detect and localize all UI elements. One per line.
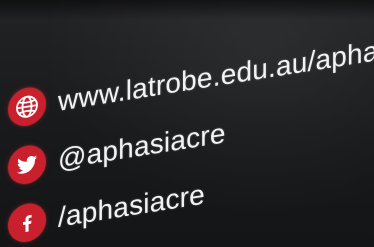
contact-twitter: @aphasiacre (8, 114, 226, 187)
globe-icon (8, 84, 46, 129)
twitter-bird-icon-graphic (17, 155, 37, 174)
facebook-f-icon-graphic (23, 214, 32, 232)
globe-icon-graphic (16, 95, 38, 118)
twitter-bird-icon (8, 142, 46, 187)
contact-website: www.latrobe.edu.au/aphasiacre (8, 20, 374, 129)
facebook-f-icon (8, 200, 46, 245)
website-url: www.latrobe.edu.au/aphasiacre (58, 23, 374, 117)
twitter-handle: @aphasiacre (58, 117, 226, 175)
